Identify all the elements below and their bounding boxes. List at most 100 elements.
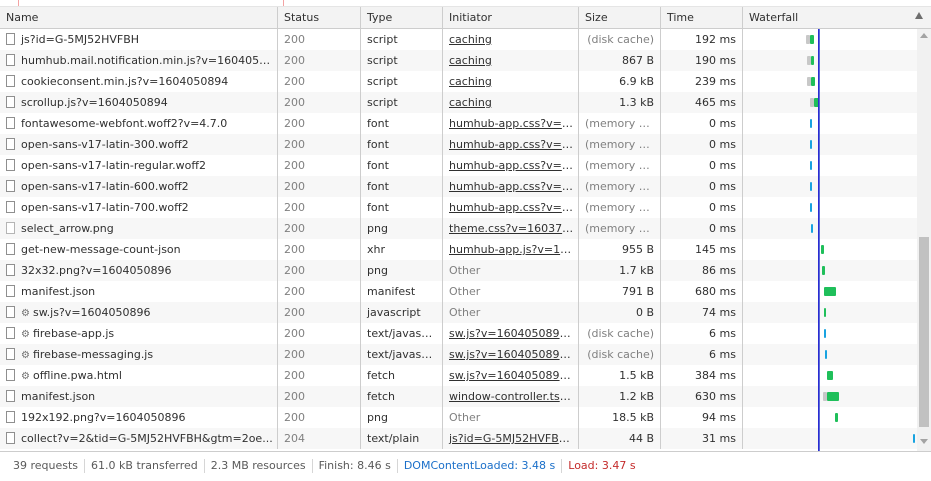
request-name-cell[interactable]: humhub.mail.notification.min.js?v=160405…	[0, 50, 278, 71]
request-row[interactable]: manifest.json 200 fetch window-controller.t…	[0, 386, 917, 407]
request-row[interactable]: humhub.mail.notification.min.js?v=160405…	[0, 50, 917, 71]
request-time: 630 ms	[661, 386, 743, 407]
request-name-cell[interactable]: ⚙ firebase-messaging.js	[0, 344, 278, 365]
initiator-link[interactable]: sw.js?v=1604050896:36	[449, 348, 578, 361]
initiator-link[interactable]: caching	[449, 33, 492, 46]
request-name-cell[interactable]: js?id=G-5MJ52HVFBH	[0, 29, 278, 50]
request-initiator[interactable]: caching	[443, 50, 579, 71]
request-name-cell[interactable]: ⚙ sw.js?v=1604050896	[0, 302, 278, 323]
request-row[interactable]: 192x192.png?v=1604050896 200 png Other 18.5 …	[0, 407, 917, 428]
scroll-down-arrow-icon[interactable]	[920, 439, 928, 444]
request-name-cell[interactable]: fontawesome-webfont.woff2?v=4.7.0	[0, 113, 278, 134]
request-size: (disk cache)	[579, 323, 661, 344]
request-name-cell[interactable]: collect?v=2&tid=G-5MJ52HVFBH&gtm=2oe...	[0, 428, 278, 449]
request-row[interactable]: ⚙ firebase-messaging.js 200 text/javascri..…	[0, 344, 917, 365]
request-type: xhr	[361, 239, 443, 260]
request-row[interactable]: open-sans-v17-latin-600.woff2 200 font humh…	[0, 176, 917, 197]
request-name-cell[interactable]: scrollup.js?v=1604050894	[0, 92, 278, 113]
column-header-initiator[interactable]: Initiator	[443, 7, 579, 28]
initiator-link[interactable]: theme.css?v=1603733...	[449, 222, 578, 235]
request-initiator[interactable]: js?id=G-5MJ52HVFBH...	[443, 428, 579, 449]
request-row[interactable]: open-sans-v17-latin-regular.woff2 200 font…	[0, 155, 917, 176]
request-name-cell[interactable]: open-sans-v17-latin-300.woff2	[0, 134, 278, 155]
request-initiator[interactable]: humhub-app.css?v=1...	[443, 176, 579, 197]
waterfall-cell	[743, 302, 917, 323]
request-initiator[interactable]: caching	[443, 71, 579, 92]
initiator-link[interactable]: humhub-app.css?v=1...	[449, 201, 578, 214]
request-row[interactable]: select_arrow.png 200 png theme.css?v=160373…	[0, 218, 917, 239]
request-status-text: 200	[284, 96, 305, 109]
column-header-waterfall[interactable]: Waterfall	[743, 7, 931, 28]
request-name-cell[interactable]: get-new-message-count-json	[0, 239, 278, 260]
request-name-cell[interactable]: open-sans-v17-latin-700.woff2	[0, 197, 278, 218]
request-name-cell[interactable]: 32x32.png?v=1604050896	[0, 260, 278, 281]
initiator-link[interactable]: humhub-app.css?v=1...	[449, 159, 578, 172]
request-initiator[interactable]: humhub-app.css?v=1...	[443, 155, 579, 176]
request-time: 86 ms	[661, 260, 743, 281]
sort-ascending-icon[interactable]	[915, 12, 923, 19]
request-row[interactable]: get-new-message-count-json 200 xhr humhub-a…	[0, 239, 917, 260]
column-header-time[interactable]: Time	[661, 7, 743, 28]
scrollbar-thumb[interactable]	[919, 237, 929, 427]
request-name-cell[interactable]: ⚙ offline.pwa.html	[0, 365, 278, 386]
request-initiator[interactable]: theme.css?v=1603733...	[443, 218, 579, 239]
request-status-text: 200	[284, 159, 305, 172]
column-header-status[interactable]: Status	[278, 7, 361, 28]
request-name: open-sans-v17-latin-300.woff2	[21, 138, 189, 151]
request-row[interactable]: fontawesome-webfont.woff2?v=4.7.0 200 font…	[0, 113, 917, 134]
request-time: 192 ms	[661, 29, 743, 50]
request-initiator[interactable]: sw.js?v=1604050896:12	[443, 365, 579, 386]
request-row[interactable]: 32x32.png?v=1604050896 200 png Other 1.7 kB 8…	[0, 260, 917, 281]
request-row[interactable]: ⚙ sw.js?v=1604050896 200 javascript Other 0 B…	[0, 302, 917, 323]
initiator-link[interactable]: sw.js?v=1604050896:35	[449, 327, 578, 340]
request-initiator[interactable]: sw.js?v=1604050896:36	[443, 344, 579, 365]
request-row[interactable]: manifest.json 200 manifest Other 791 B 680 ms	[0, 281, 917, 302]
request-initiator[interactable]: humhub-app.css?v=1...	[443, 113, 579, 134]
initiator-link[interactable]: caching	[449, 96, 492, 109]
request-row[interactable]: open-sans-v17-latin-300.woff2 200 font humh…	[0, 134, 917, 155]
request-status: 200	[278, 323, 361, 344]
request-name-cell[interactable]: 192x192.png?v=1604050896	[0, 407, 278, 428]
request-name-cell[interactable]: open-sans-v17-latin-600.woff2	[0, 176, 278, 197]
request-name-cell[interactable]: ⚙ firebase-app.js	[0, 323, 278, 344]
request-initiator[interactable]: humhub-app.css?v=1...	[443, 197, 579, 218]
column-header-type[interactable]: Type	[361, 7, 443, 28]
request-type-text: javascript	[367, 306, 421, 319]
request-name-cell[interactable]: select_arrow.png	[0, 218, 278, 239]
request-size-text: 44 B	[628, 432, 654, 445]
initiator-link[interactable]: humhub-app.js?v=16...	[449, 243, 578, 256]
request-status-text: 200	[284, 306, 305, 319]
request-status: 200	[278, 92, 361, 113]
request-initiator[interactable]: humhub-app.js?v=16...	[443, 239, 579, 260]
request-initiator[interactable]: window-controller.ts:3...	[443, 386, 579, 407]
initiator-link[interactable]: humhub-app.css?v=1...	[449, 117, 578, 130]
initiator-link[interactable]: sw.js?v=1604050896:12	[449, 369, 578, 382]
request-row[interactable]: open-sans-v17-latin-700.woff2 200 font humh…	[0, 197, 917, 218]
request-row[interactable]: js?id=G-5MJ52HVFBH 200 script caching (disk …	[0, 29, 917, 50]
request-initiator[interactable]: sw.js?v=1604050896:35	[443, 323, 579, 344]
scroll-up-arrow-icon[interactable]	[920, 33, 928, 38]
request-row[interactable]: collect?v=2&tid=G-5MJ52HVFBH&gtm=2oe... 2…	[0, 428, 917, 449]
column-header-size[interactable]: Size	[579, 7, 661, 28]
request-name-cell[interactable]: manifest.json	[0, 281, 278, 302]
document-file-icon	[6, 369, 15, 381]
request-row[interactable]: scrollup.js?v=1604050894 200 script caching…	[0, 92, 917, 113]
initiator-link[interactable]: caching	[449, 54, 492, 67]
request-name-cell[interactable]: open-sans-v17-latin-regular.woff2	[0, 155, 278, 176]
request-row[interactable]: cookieconsent.min.js?v=1604050894 200 scri…	[0, 71, 917, 92]
initiator-link[interactable]: humhub-app.css?v=1...	[449, 180, 578, 193]
request-row[interactable]: ⚙ offline.pwa.html 200 fetch sw.js?v=1604050…	[0, 365, 917, 386]
request-time: 0 ms	[661, 155, 743, 176]
request-row[interactable]: ⚙ firebase-app.js 200 text/javascri... sw.js…	[0, 323, 917, 344]
request-name-cell[interactable]: cookieconsent.min.js?v=1604050894	[0, 71, 278, 92]
request-initiator[interactable]: caching	[443, 29, 579, 50]
initiator-link[interactable]: window-controller.ts:3...	[449, 390, 578, 403]
initiator-link[interactable]: humhub-app.css?v=1...	[449, 138, 578, 151]
vertical-scrollbar[interactable]	[917, 29, 931, 451]
column-header-name[interactable]: Name	[0, 7, 278, 28]
initiator-link[interactable]: caching	[449, 75, 492, 88]
initiator-link[interactable]: js?id=G-5MJ52HVFBH...	[449, 432, 577, 445]
request-initiator[interactable]: caching	[443, 92, 579, 113]
request-initiator[interactable]: humhub-app.css?v=1...	[443, 134, 579, 155]
request-name-cell[interactable]: manifest.json	[0, 386, 278, 407]
